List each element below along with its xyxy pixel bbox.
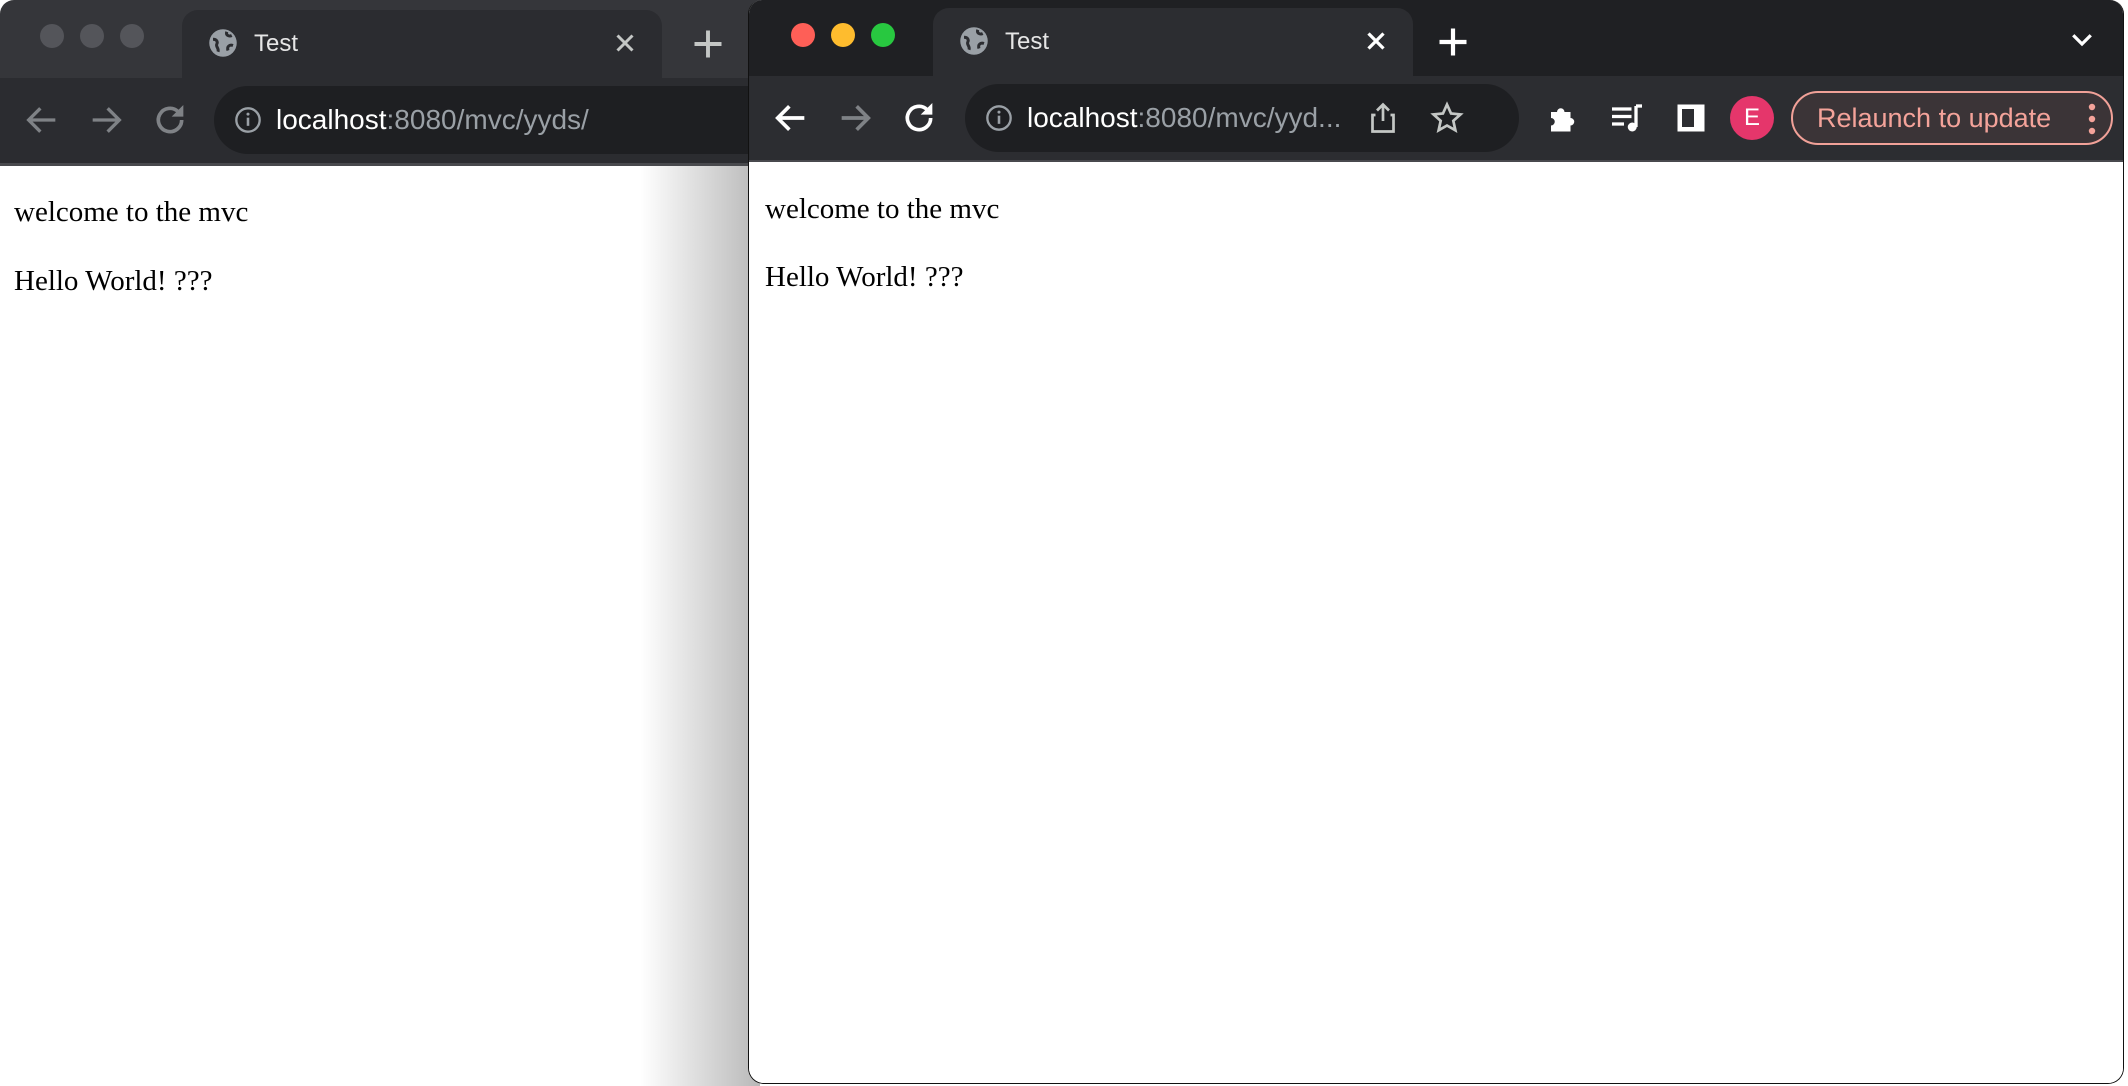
puzzle-icon[interactable] [1545,100,1581,136]
url-host: localhost [276,104,387,135]
toolbar: localhost:8080/mvc/yyd... E Relaunch to … [749,76,2123,162]
url-path: :8080/mvc/yyds/ [386,104,589,135]
tab-strip: Test [749,0,2123,76]
minimize-window-button[interactable] [80,24,104,48]
star-icon[interactable] [1429,100,1465,136]
tab-test[interactable]: Test [182,10,662,78]
playlist-music-icon[interactable] [1609,100,1645,136]
share-icon[interactable] [1365,100,1401,136]
arrow-left-icon[interactable] [771,98,811,138]
globe-icon [960,27,988,55]
close-icon[interactable] [1361,26,1391,56]
url-text[interactable]: localhost:8080/mvc/yyds/ [276,104,589,136]
left-browser-window: Test localhost:8080/mvc/yyds/ welcome to… [0,0,760,1086]
url-host: localhost [1027,102,1138,133]
arrow-left-icon[interactable] [22,100,62,140]
info-icon[interactable] [234,106,262,134]
page-content: welcome to the mvc Hello World! ??? [749,162,2123,1083]
tab-title: Test [1005,28,1050,55]
url-path: :8080/mvc/yyd... [1137,102,1342,133]
plus-icon[interactable] [690,26,726,62]
plus-icon[interactable] [1435,24,1471,60]
chevron-down-icon[interactable] [2067,24,2097,54]
close-icon[interactable] [610,28,640,58]
tab-title: Test [254,30,299,57]
right-browser-window: Test localhost:8080/mvc/yyd... E Relaunc… [748,0,2124,1084]
info-icon[interactable] [985,104,1013,132]
arrow-right-icon[interactable] [835,98,875,138]
url-text[interactable]: localhost:8080/mvc/yyd... [1027,102,1341,134]
page-content: welcome to the mvc Hello World! ??? [0,166,760,1086]
arrow-right-icon[interactable] [86,100,126,140]
hello-text: Hello World! ??? [14,265,213,297]
relaunch-to-update-button[interactable]: Relaunch to update [1791,91,2113,145]
globe-icon [209,29,237,57]
reload-icon[interactable] [899,98,939,138]
toolbar: localhost:8080/mvc/yyds/ [0,78,760,166]
welcome-text: welcome to the mvc [765,193,1000,225]
profile-avatar[interactable]: E [1730,96,1774,140]
hello-text: Hello World! ??? [765,261,964,293]
close-window-button[interactable] [40,24,64,48]
welcome-text: welcome to the mvc [14,196,249,228]
address-bar[interactable]: localhost:8080/mvc/yyd... [965,84,1519,152]
address-bar[interactable]: localhost:8080/mvc/yyds/ [214,86,760,154]
side-panel-icon[interactable] [1673,100,1709,136]
relaunch-label: Relaunch to update [1817,103,2052,133]
tab-test[interactable]: Test [933,8,1413,76]
kebab-menu-icon[interactable] [2087,103,2097,135]
zoom-window-button[interactable] [871,23,895,47]
tab-strip: Test [0,0,760,78]
reload-icon[interactable] [150,100,190,140]
zoom-window-button[interactable] [120,24,144,48]
minimize-window-button[interactable] [831,23,855,47]
close-window-button[interactable] [791,23,815,47]
